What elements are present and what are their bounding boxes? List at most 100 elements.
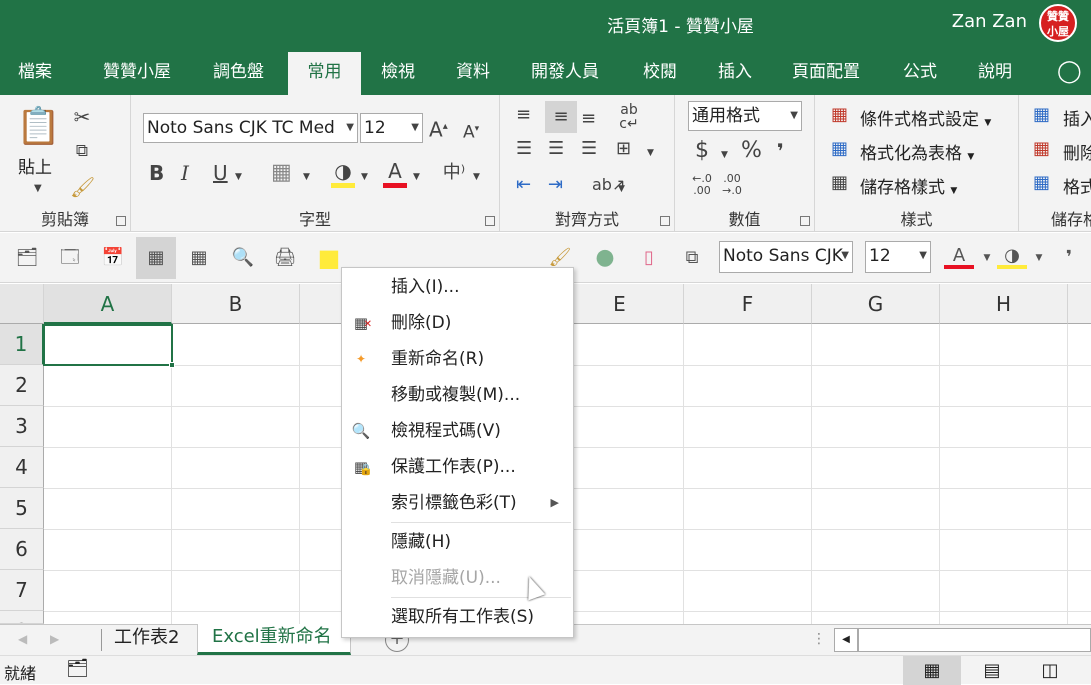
cell-styles-icon[interactable]: ▦ [831,171,848,195]
chevron-down-icon[interactable]: ▼ [413,165,420,189]
align-top-icon[interactable]: ≡ [516,103,531,127]
delete-cells-icon[interactable]: ▦ [1033,137,1050,161]
font-color-icon[interactable]: A [383,159,407,188]
page-layout-view-icon[interactable]: ▤ [978,656,1006,685]
horizontal-scrollbar[interactable] [858,628,1091,652]
cell-styles-button[interactable]: 儲存格樣式 ▼ [860,173,957,198]
format-cells-button[interactable]: 格式 [1063,173,1091,198]
row-header[interactable]: 2 [0,365,44,406]
align-center-icon[interactable]: ☰ [548,137,564,161]
tab-data[interactable]: 資料 [456,52,490,95]
phonetic-icon[interactable]: 中⁾ [439,161,469,185]
font-size-select[interactable]: 12 ▼ [360,113,423,143]
decrease-font-icon[interactable]: A▾ [463,117,479,145]
bold-button[interactable]: B [149,161,164,185]
sheet-tab-active[interactable]: Excel重新命名 [197,624,351,655]
chevron-down-icon[interactable]: ▼ [235,165,242,189]
align-bottom-icon[interactable]: ≡ [581,107,596,131]
column-header[interactable]: F [684,284,812,324]
menu-item-rename[interactable]: ✦ 重新命名(R) [342,342,573,376]
row-header[interactable]: 5 [0,488,44,529]
paste-icon[interactable]: 📋 [16,105,61,149]
menu-item-hide[interactable]: 隱藏(H) [342,525,573,559]
increase-indent-icon[interactable]: ⇥ [548,173,563,197]
increase-font-icon[interactable]: A▴ [429,115,448,142]
fill-handle[interactable] [169,362,175,368]
column-header[interactable]: B [172,284,300,324]
menu-item-delete[interactable]: ▦ ✕ 刪除(D) [342,306,573,340]
workbook-icon[interactable]: 🗂 [12,243,42,273]
tab-insert[interactable]: 插入 [718,52,752,95]
macro-record-icon[interactable]: 🗂 [66,658,89,679]
paste-button[interactable]: 貼上 [18,153,52,178]
chevron-down-icon[interactable]: ▼ [618,177,625,201]
qat-font-size-select[interactable]: 12 ▼ [865,241,931,273]
qat-font-name-select[interactable]: Noto Sans CJK ▼ [719,241,853,273]
column-header[interactable]: A [44,284,172,324]
row-header[interactable]: 4 [0,447,44,488]
scroll-left-icon[interactable]: ◀ [18,625,27,655]
tab-palette[interactable]: 調色盤 [213,52,264,95]
fill-yellow-icon[interactable]: ■ [314,243,344,273]
format-table-icon[interactable]: ▦ [831,137,848,161]
hscroll-left-icon[interactable]: ◀ [834,628,858,652]
table-grid-icon[interactable]: ▦ [184,243,214,273]
format-painter-icon[interactable]: 🖌 [70,175,95,199]
normal-view-icon[interactable]: ▦ [903,656,961,685]
border-icon[interactable]: ▦ [271,161,292,185]
menu-item-protect-sheet[interactable]: ▦ 🔒 保護工作表(P)... [342,450,573,484]
font-name-select[interactable]: Noto Sans CJK TC Med ▼ [143,113,358,143]
scroll-right-icon[interactable]: ▶ [50,625,59,655]
align-middle-icon[interactable]: ≡ [545,101,577,133]
column-header-partial[interactable] [1068,284,1091,324]
tab-help[interactable]: 說明 [978,52,1012,95]
column-header[interactable]: E [556,284,684,324]
row-header[interactable]: 7 [0,570,44,611]
layers-icon[interactable]: ⧉ [677,243,707,273]
format-cells-icon[interactable]: ▦ [1033,171,1050,195]
more-icon[interactable]: ❜ [1054,243,1084,273]
tab-zanzan[interactable]: 贊贊小屋 [103,52,171,95]
wrap-orientation-icon[interactable]: ab c↵ [617,103,641,131]
menu-item-select-all-sheets[interactable]: 選取所有工作表(S) [342,600,573,634]
chevron-down-icon[interactable]: ▼ [473,165,480,189]
menu-item-view-code[interactable]: 🔍 檢視程式碼(V) [342,414,573,448]
conditional-format-button[interactable]: 條件式格式設定 ▼ [860,105,991,130]
fill-color-icon[interactable]: ◑ [331,159,355,188]
chevron-down-icon[interactable]: ▼ [303,165,310,189]
merge-center-icon[interactable]: ⊞ [616,137,631,161]
align-right-icon[interactable]: ☰ [581,137,597,161]
calendar-icon[interactable]: 📅 [98,243,128,273]
tab-file[interactable]: 檔案 [18,52,52,95]
conditional-format-icon[interactable]: ▦ [831,103,848,127]
avatar[interactable]: 贊贊 小屋 [1039,4,1077,42]
active-cell[interactable] [43,324,175,368]
comma-button[interactable]: ❜ [777,139,784,163]
chevron-down-icon[interactable]: ▼ [1024,243,1054,273]
chevron-down-icon[interactable]: ▼ [361,165,368,189]
dialog-launcher-icon[interactable] [660,216,670,226]
chevron-down-icon[interactable]: ▼ [721,143,728,167]
format-as-table-button[interactable]: 格式化為表格 ▼ [860,139,974,164]
row-header[interactable]: 8 [0,611,44,624]
lightbulb-icon[interactable]: ◯ [1057,52,1082,95]
tab-home[interactable]: 常用 [288,52,361,95]
decrease-decimal-icon[interactable]: .00 →.0 [719,173,745,197]
number-format-select[interactable]: 通用格式 ▼ [688,101,802,131]
tab-review[interactable]: 校閱 [643,52,677,95]
delete-cells-button[interactable]: 刪除 [1063,139,1091,164]
grid-icon[interactable]: ▦ [136,237,176,279]
qat-font-color-icon[interactable]: A [944,243,974,269]
menu-item-insert[interactable]: 插入(I)... [342,270,573,304]
percent-button[interactable]: % [741,139,762,163]
print-preview-icon[interactable]: 🔍 [228,243,258,273]
page-break-view-icon[interactable]: ◫ [1036,656,1064,685]
dialog-launcher-icon[interactable] [800,216,810,226]
tab-view[interactable]: 檢視 [381,52,415,95]
dialog-launcher-icon[interactable] [485,216,495,226]
sheet-tab[interactable]: 工作表2 [114,625,179,655]
user-name[interactable]: Zan Zan [952,11,1027,32]
column-header[interactable]: H [940,284,1068,324]
cut-icon[interactable]: ✂ [70,105,94,129]
sheet-icon[interactable]: 🗔 [55,243,85,273]
